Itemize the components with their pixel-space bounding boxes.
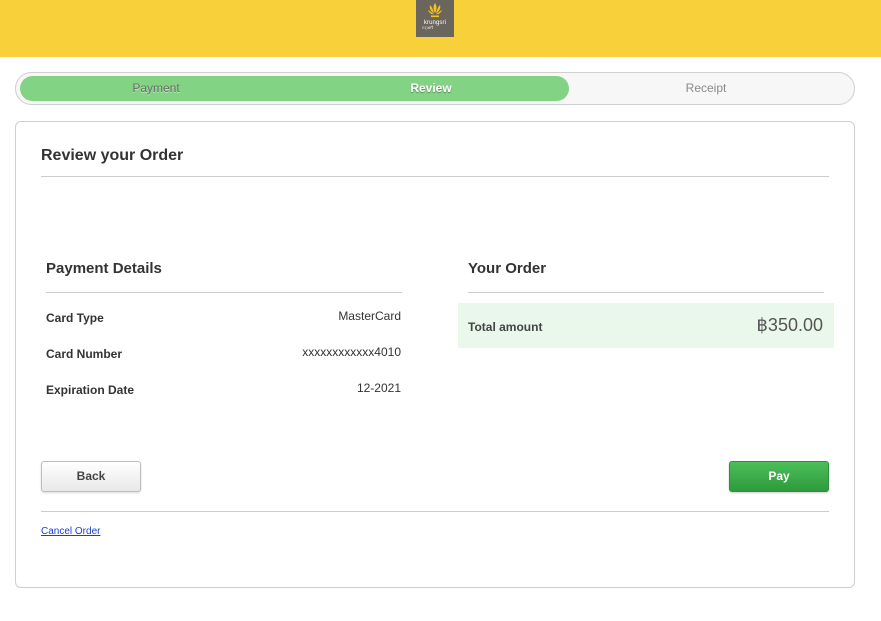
step-review: Review bbox=[410, 81, 452, 95]
actions-divider bbox=[41, 511, 829, 512]
krungsri-emblem-icon bbox=[428, 3, 442, 18]
review-card: Review your Order Payment Details Card T… bbox=[15, 121, 855, 588]
card-number-label: Card Number bbox=[46, 347, 123, 361]
total-amount-value: ฿350.00 bbox=[756, 315, 823, 335]
payment-details-title: Payment Details bbox=[46, 260, 162, 277]
title-divider bbox=[41, 176, 829, 177]
back-button[interactable]: Back bbox=[41, 461, 141, 492]
card-type-value: MasterCard bbox=[338, 309, 401, 323]
card-number-value: xxxxxxxxxxxx4010 bbox=[302, 345, 401, 359]
logo-subtext: กรุงศรี bbox=[422, 25, 434, 30]
progress-fill bbox=[20, 76, 569, 101]
expiration-date-label: Expiration Date bbox=[46, 383, 135, 397]
header-bar: krungsri กรุงศรี bbox=[0, 0, 881, 57]
cancel-order-link[interactable]: Cancel Order bbox=[41, 526, 100, 537]
card-type-label: Card Type bbox=[46, 311, 104, 325]
krungsri-logo: krungsri กรุงศรี bbox=[416, 0, 454, 37]
payment-details-divider bbox=[46, 292, 402, 293]
pay-button[interactable]: Pay bbox=[729, 461, 829, 492]
page-title: Review your Order bbox=[41, 147, 184, 164]
your-order-divider bbox=[468, 292, 824, 293]
your-order-title: Your Order bbox=[468, 260, 547, 277]
progress-steps: Payment Review Receipt bbox=[15, 72, 855, 105]
step-payment: Payment bbox=[132, 81, 180, 95]
total-amount-label: Total amount bbox=[468, 320, 543, 334]
total-amount-row: Total amount ฿350.00 bbox=[458, 303, 834, 348]
step-receipt: Receipt bbox=[685, 81, 727, 95]
expiration-date-value: 12-2021 bbox=[356, 381, 401, 395]
